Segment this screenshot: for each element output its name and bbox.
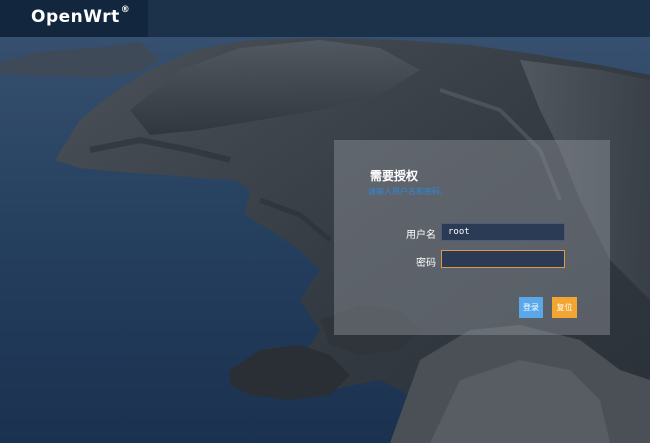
brand-logo-link[interactable]: OpenWrt®	[31, 5, 131, 27]
brand-text: OpenWrt	[31, 7, 120, 27]
login-panel: 需要授权 请输入用户名和密码。 用户名 密码 登录 复位	[334, 140, 610, 335]
login-button[interactable]: 登录	[519, 297, 543, 318]
top-header: OpenWrt®	[0, 0, 650, 37]
password-input[interactable]	[441, 250, 565, 268]
login-page: OpenWrt® 需要授权 请输入用户名和密码。 用户名 密码 登录 复位	[0, 0, 650, 443]
password-label: 密码	[416, 258, 436, 269]
login-subtitle: 请输入用户名和密码。	[368, 187, 448, 196]
brand-box: OpenWrt®	[0, 0, 148, 37]
registered-mark: ®	[120, 5, 131, 15]
reset-button[interactable]: 复位	[552, 297, 577, 318]
username-input[interactable]	[441, 223, 565, 241]
login-title: 需要授权	[370, 169, 419, 183]
username-label: 用户名	[406, 230, 436, 241]
